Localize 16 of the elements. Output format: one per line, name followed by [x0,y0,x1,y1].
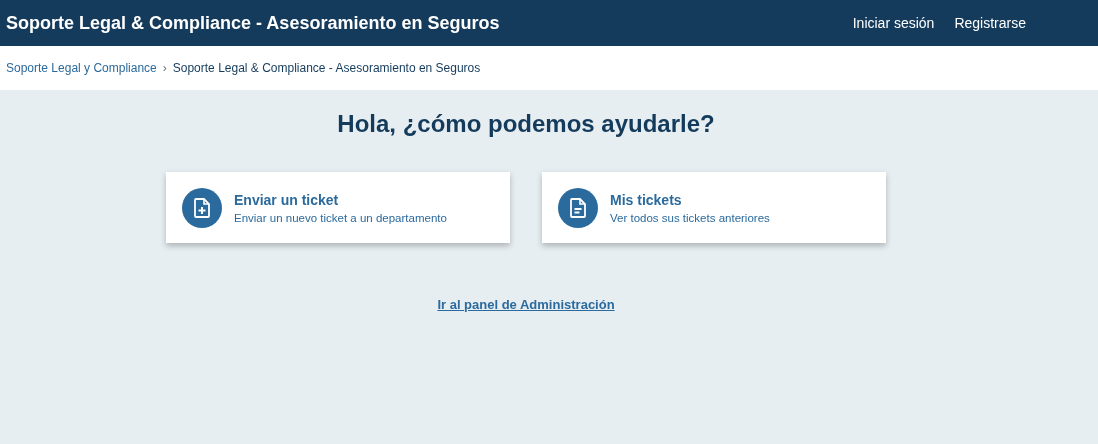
document-plus-icon [194,197,210,218]
ticket-card[interactable]: Enviar un ticket Enviar un nuevo ticket a un departamento [166,172,510,243]
header-link[interactable]: Registrarse [954,15,1026,31]
card-description: Enviar un nuevo ticket a un departamento [234,211,447,224]
site-title: Soporte Legal & Compliance - Asesoramiento en Seguros [6,12,501,34]
page-heading: Hola, ¿cómo podemos ayudarle? [336,110,716,138]
document-icon [570,197,586,218]
card-title: Enviar un ticket [234,191,340,208]
ticket-card[interactable]: Mis tickets Ver todos sus tickets anteriores [542,172,886,243]
breadcrumb-separator: › [162,61,167,75]
card-description: Ver todos sus tickets anteriores [610,211,770,224]
breadcrumb-current: Soporte Legal & Compliance - Asesoramiento en Seguros [172,61,481,75]
card-title: Mis tickets [610,191,683,208]
admin-link[interactable]: Ir al panel de Administración [437,297,615,312]
header-link[interactable]: Iniciar sesión [852,15,935,31]
breadcrumb-link[interactable]: Soporte Legal y Compliance [6,61,157,75]
